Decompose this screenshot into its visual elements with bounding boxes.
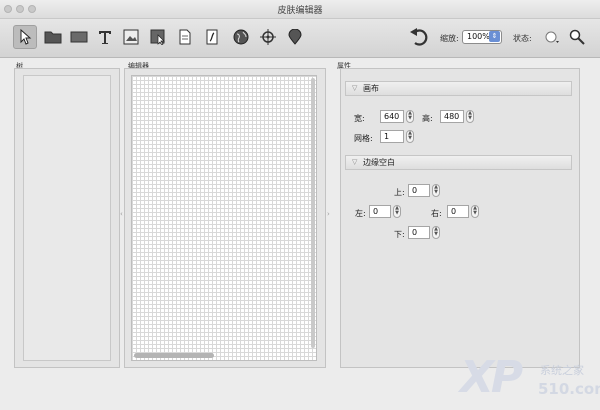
- zoom-dropdown-arrows[interactable]: ⇕: [489, 31, 500, 42]
- margin-left-field[interactable]: 0: [369, 205, 391, 218]
- folder-icon: [44, 31, 62, 44]
- canvas-section-header[interactable]: ▽ 画布: [345, 81, 572, 96]
- text-tool-button[interactable]: [93, 25, 117, 49]
- globe-icon: [233, 29, 249, 45]
- magnifier-icon: [569, 29, 585, 45]
- undo-icon: [410, 28, 428, 46]
- margin-right-field[interactable]: 0: [447, 205, 469, 218]
- image-icon: [123, 29, 139, 45]
- canvas-width-label: 宽:: [354, 114, 365, 123]
- state-label: 状态:: [513, 34, 532, 43]
- margin-top-label: 上:: [394, 188, 405, 197]
- splitter-handle-right[interactable]: ›: [327, 210, 330, 218]
- tree-panel: [14, 68, 120, 368]
- state-button[interactable]: [540, 25, 564, 49]
- margin-bottom-label: 下:: [394, 230, 405, 239]
- margin-section-title: 边缘空白: [363, 158, 395, 167]
- tree-view[interactable]: [23, 75, 111, 361]
- document-tool-button[interactable]: [173, 25, 197, 49]
- undo-button[interactable]: [407, 25, 431, 49]
- script-document-icon: [206, 29, 218, 45]
- canvas-width-field[interactable]: 640: [380, 110, 404, 123]
- canvas-section-title: 画布: [363, 84, 379, 93]
- margin-right-label: 右:: [431, 209, 442, 218]
- select-tool-button[interactable]: [13, 25, 37, 49]
- toolbar: 缩放: 100% ⇕ 状态:: [0, 19, 600, 58]
- watermark-domain: 510.com: [538, 380, 600, 398]
- pin-tool-button[interactable]: [283, 25, 307, 49]
- grid-stepper[interactable]: ▲ ▼: [406, 130, 414, 143]
- crosshair-icon: [260, 29, 276, 45]
- rectangle-icon: [70, 31, 88, 43]
- site-watermark: XP 系统之家 510.com: [460, 352, 600, 410]
- canvas-height-label: 高:: [422, 114, 433, 123]
- state-dot-icon: [545, 31, 559, 43]
- crosshair-tool-button[interactable]: [256, 25, 280, 49]
- margin-bottom-field[interactable]: 0: [408, 226, 430, 239]
- collapse-triangle-icon: ▽: [352, 158, 358, 166]
- document-icon: [179, 29, 191, 45]
- rectangle-tool-button[interactable]: [67, 25, 91, 49]
- editor-vertical-scrollbar[interactable]: [311, 78, 315, 348]
- image-cursor-icon: [150, 29, 165, 45]
- search-button[interactable]: [565, 25, 589, 49]
- watermark-logo: XP: [460, 352, 523, 403]
- collapse-triangle-icon: ▽: [352, 84, 358, 92]
- arrow-pointer-icon: [20, 29, 32, 45]
- script-tool-button[interactable]: [200, 25, 224, 49]
- canvas-width-stepper[interactable]: ▲ ▼: [406, 110, 414, 123]
- map-pin-icon: [288, 29, 302, 45]
- watermark-site-name: 系统之家: [540, 364, 584, 377]
- margin-left-stepper[interactable]: ▲ ▼: [393, 205, 401, 218]
- canvas-height-field[interactable]: 480: [440, 110, 464, 123]
- margin-top-stepper[interactable]: ▲ ▼: [432, 184, 440, 197]
- margin-left-label: 左:: [355, 209, 366, 218]
- grid-label: 网格:: [354, 134, 373, 143]
- margin-bottom-stepper[interactable]: ▲ ▼: [432, 226, 440, 239]
- title-bar: 皮肤编辑器: [0, 0, 600, 19]
- editor-canvas-grid[interactable]: [131, 75, 317, 361]
- globe-tool-button[interactable]: [229, 25, 253, 49]
- image-button-tool-button[interactable]: [146, 25, 170, 49]
- image-tool-button[interactable]: [119, 25, 143, 49]
- margin-section-header[interactable]: ▽ 边缘空白: [345, 155, 572, 170]
- canvas-height-stepper[interactable]: ▲ ▼: [466, 110, 474, 123]
- margin-top-field[interactable]: 0: [408, 184, 430, 197]
- grid-field[interactable]: 1: [380, 130, 404, 143]
- skin-editor-window: 皮肤编辑器 缩放: 100% ⇕ 状态: 树 编辑器 属性 ‹ › ▽ 画布 宽…: [0, 0, 600, 410]
- editor-horizontal-scrollbar[interactable]: [134, 353, 214, 358]
- folder-tool-button[interactable]: [41, 25, 65, 49]
- splitter-handle-left[interactable]: ‹: [120, 210, 123, 218]
- window-title: 皮肤编辑器: [277, 6, 323, 16]
- margin-right-stepper[interactable]: ▲ ▼: [471, 205, 479, 218]
- text-t-icon: [99, 31, 111, 44]
- zoom-label: 缩放:: [440, 34, 459, 43]
